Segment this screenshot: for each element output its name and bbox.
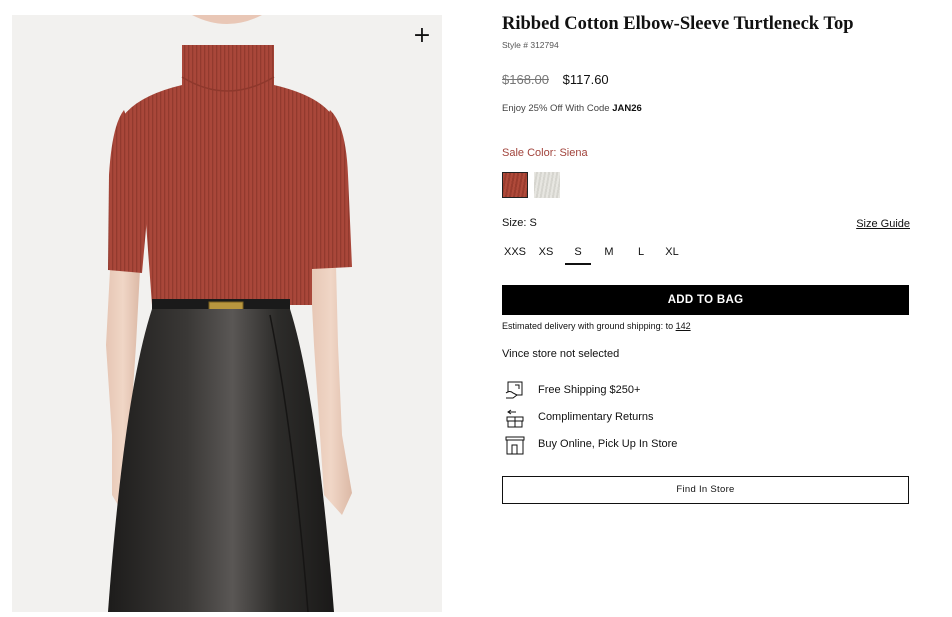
perk-label: Complimentary Returns — [538, 411, 654, 423]
promo-message: Enjoy 25% Off With Code JAN26 — [502, 103, 642, 114]
add-to-bag-button[interactable]: ADD TO BAG — [502, 285, 909, 315]
perk-label: Buy Online, Pick Up In Store — [538, 438, 678, 450]
store-pickup-icon — [505, 436, 525, 455]
perk-label: Free Shipping $250+ — [538, 384, 641, 396]
swatch-ivory[interactable] — [534, 172, 560, 198]
product-photo — [106, 15, 352, 612]
delivery-estimate: Estimated delivery with ground shipping:… — [502, 321, 691, 331]
price-row: $168.00 $117.60 — [502, 72, 609, 87]
color-label: Sale Color: Siena — [502, 147, 588, 159]
size-option-xl[interactable]: XL — [659, 246, 685, 263]
promo-text: Enjoy 25% Off With Code — [502, 103, 613, 114]
sale-price: $117.60 — [562, 72, 609, 87]
promo-code: JAN26 — [612, 103, 642, 114]
size-option-l[interactable]: L — [628, 246, 654, 263]
size-label: Size: S — [502, 217, 537, 229]
size-guide-link[interactable]: Size Guide — [856, 218, 910, 230]
shipping-icon — [505, 381, 523, 399]
product-image[interactable] — [12, 15, 442, 612]
size-option-s[interactable]: S — [565, 246, 591, 265]
size-option-m[interactable]: M — [596, 246, 622, 263]
size-option-xxs[interactable]: XXS — [502, 246, 528, 263]
product-title: Ribbed Cotton Elbow-Sleeve Turtleneck To… — [502, 14, 854, 34]
returns-icon — [506, 409, 524, 428]
size-option-xs[interactable]: XS — [533, 246, 559, 263]
style-number: Style # 312794 — [502, 40, 559, 50]
swatch-siena[interactable] — [502, 172, 528, 198]
find-in-store-button[interactable]: Find In Store — [502, 476, 909, 504]
store-status: Vince store not selected — [502, 348, 620, 360]
zoom-icon[interactable]: + — [411, 25, 433, 47]
delivery-text: Estimated delivery with ground shipping:… — [502, 321, 676, 331]
original-price: $168.00 — [502, 72, 549, 87]
delivery-zip-link[interactable]: 142 — [676, 321, 691, 331]
